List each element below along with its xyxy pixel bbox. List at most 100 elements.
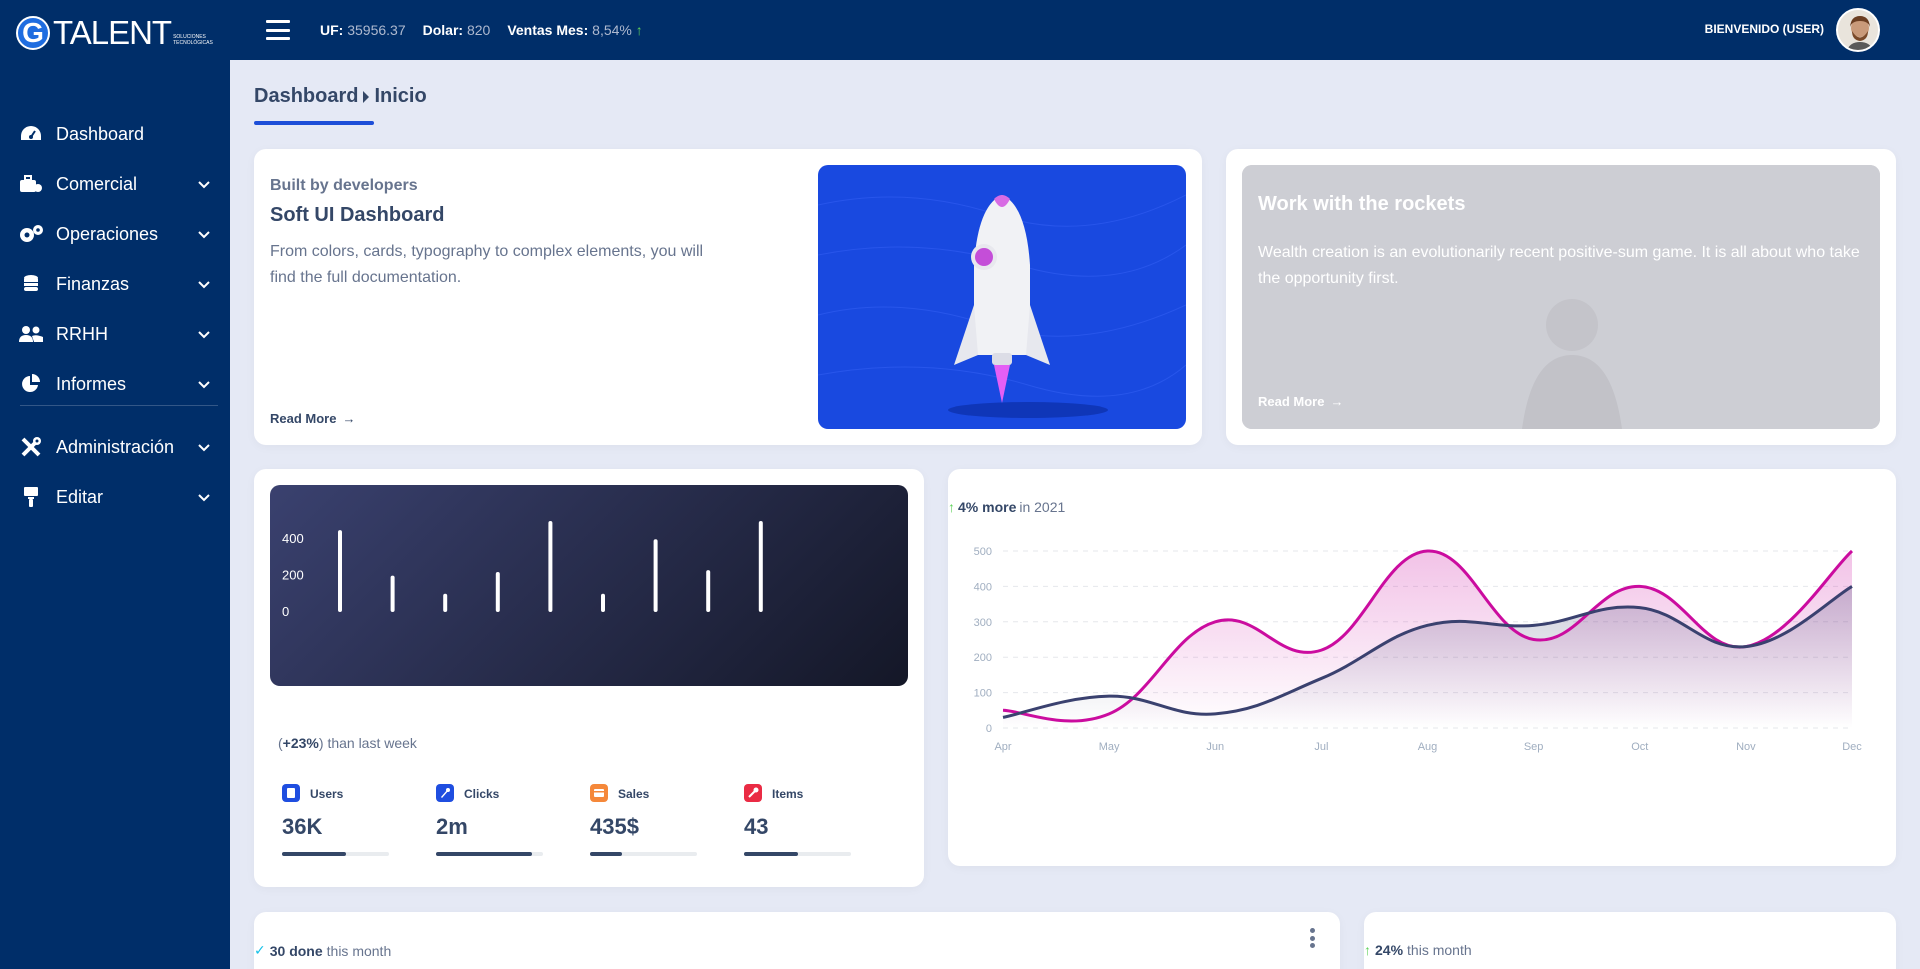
weekly-change-value: +23%: [282, 735, 319, 751]
read-more-link[interactable]: Read More →: [270, 411, 355, 426]
read-more-label: Read More: [1258, 394, 1325, 409]
bar: [443, 593, 448, 612]
bar-chart-panel: 0 200 400: [270, 485, 908, 686]
progress-track: [744, 852, 851, 856]
chevron-down-icon: [198, 381, 210, 389]
line-chart: 0 100 200 300 400 500 Apr May Jun Jul Aug Sep Oct Nov…: [974, 546, 1863, 753]
user-avatar[interactable]: [1836, 8, 1880, 52]
kpi-uf: UF: 35956.37: [320, 22, 406, 38]
chevron-down-icon: [198, 494, 210, 502]
progress-fill: [282, 852, 347, 856]
sidebar-item-label: Administración: [56, 436, 175, 457]
chevron-down-icon: [198, 444, 210, 452]
card-description: From colors, cards, typography to comple…: [270, 243, 704, 286]
arrow-up-icon: ↑: [1364, 942, 1371, 958]
chevron-down-icon: [198, 281, 210, 289]
logo-text: TALENT: [53, 14, 172, 51]
x-tick-label: Dec: [1842, 741, 1862, 753]
bar: [548, 521, 553, 612]
rockets-description: Wealth creation is an evolutionarily rec…: [1258, 244, 1860, 287]
orders-highlight: 24%: [1375, 942, 1404, 958]
sidebar-item-label: Comercial: [56, 173, 138, 194]
bar: [390, 575, 395, 612]
bar: [338, 530, 342, 612]
pie-chart-icon: [18, 373, 44, 395]
kpi-strip: UF: 35956.37 Dolar: 820 Ventas Mes: 8,54…: [320, 22, 643, 38]
active-users-card: 0 200 400 (+23%) than last week Users 36K …: [254, 469, 924, 887]
sidebar-item-operaciones[interactable]: Operaciones: [0, 214, 230, 254]
logo-subtitle: SOLUCIONES TECNOLÓGICAS: [173, 34, 213, 46]
sidebar-divider: [20, 405, 218, 406]
document-icon: [282, 784, 300, 802]
stat-label: Sales: [618, 787, 650, 801]
x-tick-label: Oct: [1631, 741, 1648, 753]
tasks-suffix: this month: [326, 942, 392, 959]
y-tick-label: 200: [974, 652, 992, 664]
x-tick-label: Sep: [1524, 741, 1544, 753]
logo-mark: G: [16, 16, 50, 50]
rocket-illustration: [818, 165, 1186, 429]
check-icon: ✓: [254, 942, 266, 958]
breadcrumb: Dashboard Inicio: [254, 85, 427, 108]
bar: [706, 570, 711, 612]
arrow-right-icon: →: [1330, 394, 1344, 409]
paint-roller-icon: [18, 486, 44, 508]
breadcrumb-current: Inicio: [374, 85, 427, 107]
sidebar-item-label: Editar: [56, 486, 104, 507]
top-navbar: G TALENT SOLUCIONES TECNOLÓGICAS UF: 359…: [0, 0, 1920, 60]
sidebar-item-label: Dashboard: [56, 123, 145, 144]
welcome-text: BIENVENIDO (USER): [1704, 22, 1824, 36]
breadcrumb-root[interactable]: Dashboard: [254, 85, 358, 108]
kpi-ventas-mes: Ventas Mes: 8,54% ↑: [507, 22, 643, 38]
bar-chart: 0 200 400: [282, 521, 763, 619]
y-tick-label: 300: [974, 617, 992, 629]
x-tick-label: May: [1099, 741, 1120, 753]
sidebar-item-dashboard[interactable]: Dashboard: [0, 114, 230, 154]
progress-track: [282, 852, 389, 856]
sidebar-item-administracion[interactable]: Administración: [0, 427, 230, 467]
tools-icon: [18, 436, 44, 458]
x-tick-label: Jul: [1314, 741, 1328, 753]
progress-fill: [744, 852, 798, 856]
users-icon: [18, 323, 44, 345]
sidebar-item-rrhh[interactable]: RRHH: [0, 314, 230, 354]
card-title: Soft UI Dashboard: [270, 204, 445, 226]
x-tick-label: Jun: [1206, 741, 1224, 753]
stat-label: Items: [772, 787, 804, 801]
sidebar-item-informes[interactable]: Informes: [0, 364, 230, 404]
y-tick-label: 0: [986, 723, 992, 735]
stat-value: 435$: [590, 814, 639, 839]
sidebar-item-label: Operaciones: [56, 223, 159, 244]
sidebar-item-finanzas[interactable]: Finanzas: [0, 264, 230, 304]
rockets-card: Work with the rockets Wealth creation is…: [1226, 149, 1896, 445]
x-tick-label: Nov: [1736, 741, 1756, 753]
orders-subtitle: ↑ 24% this month: [1364, 942, 1472, 958]
sidebar-item-comercial[interactable]: Comercial: [0, 164, 230, 204]
y-tick-label: 400: [974, 581, 992, 593]
more-options-icon[interactable]: [1310, 928, 1316, 948]
briefcase-icon: [18, 173, 44, 195]
sales-overview-card: ↑ 4% more in 2021 0 100 200 300 400 500 Apr May…: [948, 469, 1896, 866]
bar: [758, 521, 763, 612]
y-tick-label: 400: [282, 531, 304, 546]
y-tick-label: 500: [974, 546, 992, 558]
x-tick-label: Apr: [994, 741, 1011, 753]
sidebar-item-editar[interactable]: Editar: [0, 477, 230, 517]
progress-fill: [590, 852, 623, 856]
stat-value: 43: [744, 814, 769, 839]
rocket-icon: [436, 784, 454, 802]
arrow-right-icon: →: [342, 411, 356, 426]
kpi-dolar: Dolar: 820: [422, 22, 491, 38]
tasks-card: ✓ 30 done this month: [254, 912, 1340, 969]
menu-toggle-icon[interactable]: [266, 20, 290, 40]
breadcrumb-underline: [254, 121, 374, 125]
tasks-highlight: 30 done: [269, 942, 323, 959]
gauge-icon: [18, 123, 44, 145]
caret-right-icon: [363, 90, 370, 103]
sidebar: Dashboard Comercial Operaciones Finanzas…: [0, 60, 230, 969]
x-tick-label: Aug: [1418, 741, 1438, 753]
brand-logo[interactable]: G TALENT SOLUCIONES TECNOLÓGICAS: [16, 14, 215, 52]
progress-track: [590, 852, 697, 856]
weekly-change: (+23%) than last week: [278, 735, 417, 751]
read-more-link[interactable]: Read More →: [1258, 394, 1343, 409]
